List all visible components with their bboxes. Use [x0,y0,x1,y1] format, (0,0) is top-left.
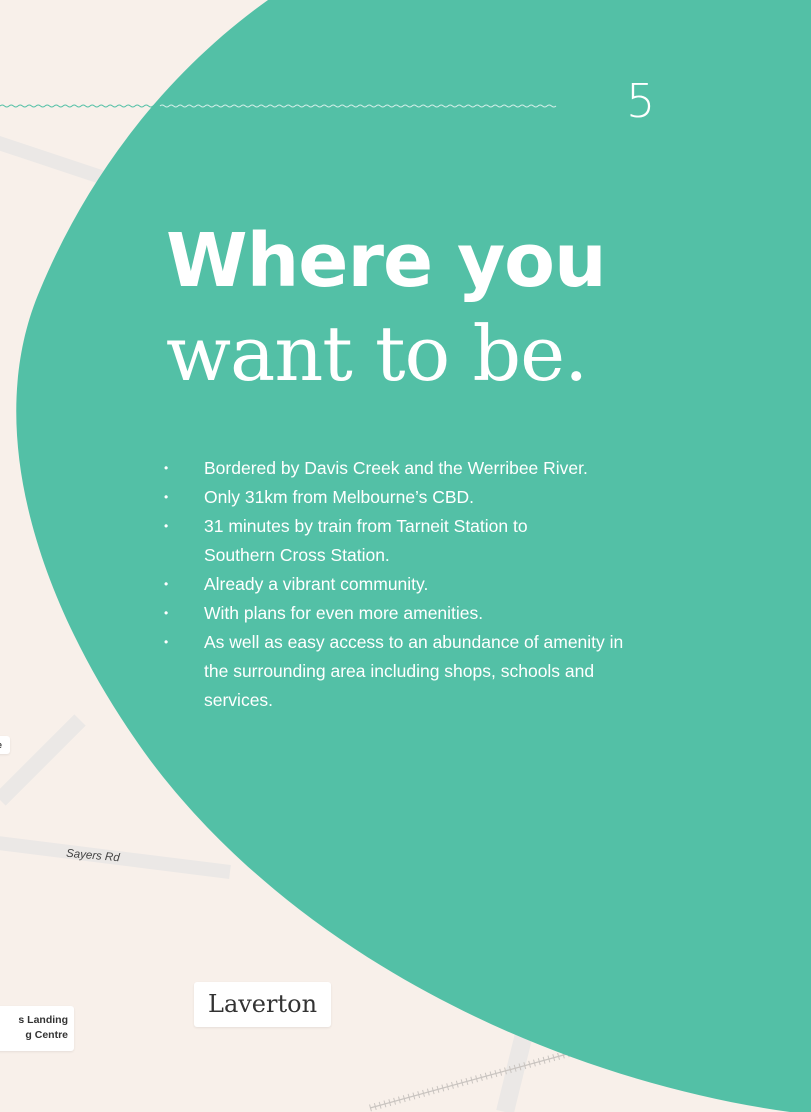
headline-serif: want to be. [166,309,588,398]
map-label-centre: entre [0,736,11,754]
feature-list: • Bordered by Davis Creek and the Werribe… [162,454,662,715]
bullet-icon: • [164,490,169,504]
bullet-icon: • [164,577,169,591]
list-item: • 31 minutes by train from Tarneit Statio… [162,512,584,570]
list-item: • Bordered by Davis Creek and the Werribe… [162,454,662,483]
bullet-icon: • [164,461,169,475]
bullet-icon: • [164,606,169,620]
list-item: • Already a vibrant community. [162,570,662,599]
headline-bold: Where you [166,218,607,304]
map-label-landing: s Landing g Centre [0,1006,74,1051]
bullet-icon: • [164,635,169,649]
list-item: • With plans for even more amenities. [162,599,662,628]
map-label-laverton: Laverton [194,982,332,1027]
page-number: 5 [626,74,656,128]
wavy-divider-map [0,104,163,108]
bullet-icon: • [164,519,169,533]
list-item: • As well as easy access to an abundance … [162,628,624,715]
list-item: • Only 31km from Melbourne’s CBD. [162,483,662,512]
